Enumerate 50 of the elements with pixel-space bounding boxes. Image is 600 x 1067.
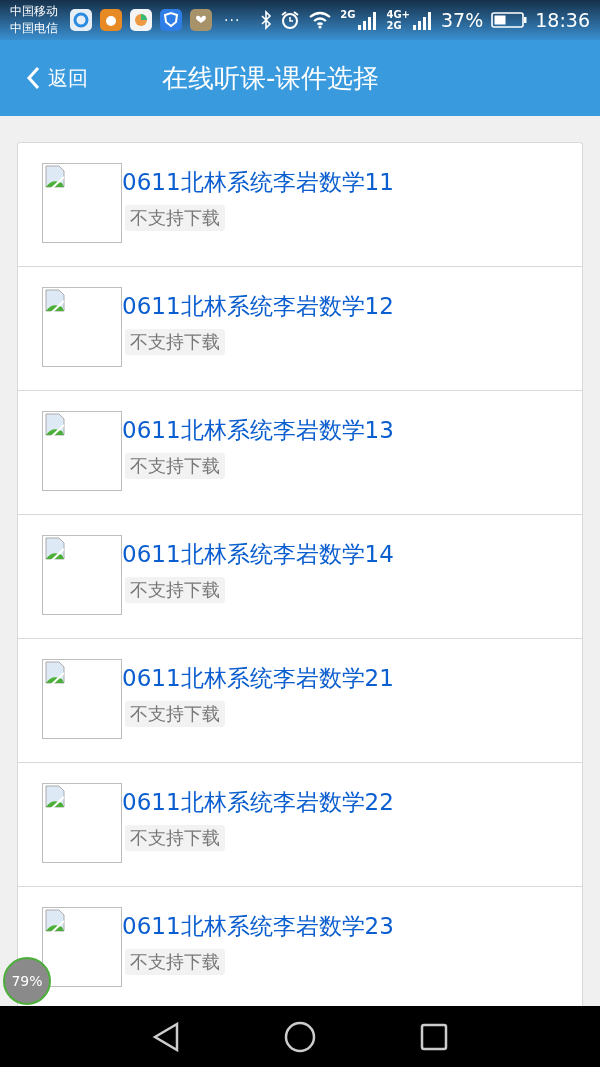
battery-icon	[491, 11, 528, 29]
list-item[interactable]: 0611北林系统李岩数学12 不支持下载	[18, 267, 582, 391]
download-status-tag: 不支持下载	[125, 949, 225, 975]
broken-image-icon	[42, 907, 122, 987]
clock-time: 18:36	[535, 9, 590, 31]
download-status-tag: 不支持下载	[125, 205, 225, 231]
list-item[interactable]: 0611北林系统李岩数学14 不支持下载	[18, 515, 582, 639]
floating-memory-badge[interactable]: 79%	[3, 957, 51, 1005]
broken-image-icon	[42, 783, 122, 863]
broken-image-icon	[42, 287, 122, 367]
network-label: 2G	[340, 9, 356, 20]
item-title: 0611北林系统李岩数学14	[122, 540, 394, 569]
list-item[interactable]: 0611北林系统李岩数学13 不支持下载	[18, 391, 582, 515]
item-title: 0611北林系统李岩数学21	[122, 664, 394, 693]
broken-image-icon	[42, 163, 122, 243]
network-label: 2G	[386, 20, 402, 31]
list-item[interactable]: 0611北林系统李岩数学21 不支持下载	[18, 639, 582, 763]
list-item[interactable]: 0611北林系统李岩数学11 不支持下载	[18, 143, 582, 267]
broken-image-icon	[42, 659, 122, 739]
item-title: 0611北林系统李岩数学11	[122, 168, 394, 197]
signal-icon	[411, 9, 433, 31]
signal-icon	[356, 9, 379, 31]
page-title: 在线听课-课件选择	[162, 61, 380, 95]
bluetooth-icon	[260, 10, 273, 30]
alarm-icon	[280, 10, 301, 30]
download-status-tag: 不支持下载	[125, 825, 225, 851]
circle-icon	[284, 1020, 316, 1053]
download-status-tag: 不支持下载	[125, 577, 225, 603]
item-title: 0611北林系统李岩数学22	[122, 788, 394, 817]
triangle-icon	[152, 1021, 180, 1052]
carrier-label: 中国移动	[10, 3, 58, 20]
item-title: 0611北林系统李岩数学23	[122, 912, 394, 941]
broken-image-icon	[42, 411, 122, 491]
item-title: 0611北林系统李岩数学13	[122, 416, 394, 445]
square-icon	[420, 1022, 448, 1051]
wifi-icon	[308, 11, 333, 29]
more-notifications: ···	[224, 12, 241, 28]
carrier-label: 中国电信	[10, 20, 58, 37]
download-status-tag: 不支持下载	[125, 329, 225, 355]
item-title: 0611北林系统李岩数学12	[122, 292, 394, 321]
download-status-tag: 不支持下载	[125, 701, 225, 727]
browser-app-icon	[70, 9, 92, 31]
download-status-tag: 不支持下载	[125, 453, 225, 479]
shield-app-icon	[160, 9, 182, 31]
list-item[interactable]: 0611北林系统李岩数学22 不支持下载	[18, 763, 582, 887]
network-label: 4G+	[386, 9, 410, 20]
heart-app-icon	[190, 9, 212, 31]
back-button[interactable]: 返回	[0, 64, 88, 92]
battery-percent: 37%	[441, 9, 484, 31]
broken-image-icon	[42, 535, 122, 615]
